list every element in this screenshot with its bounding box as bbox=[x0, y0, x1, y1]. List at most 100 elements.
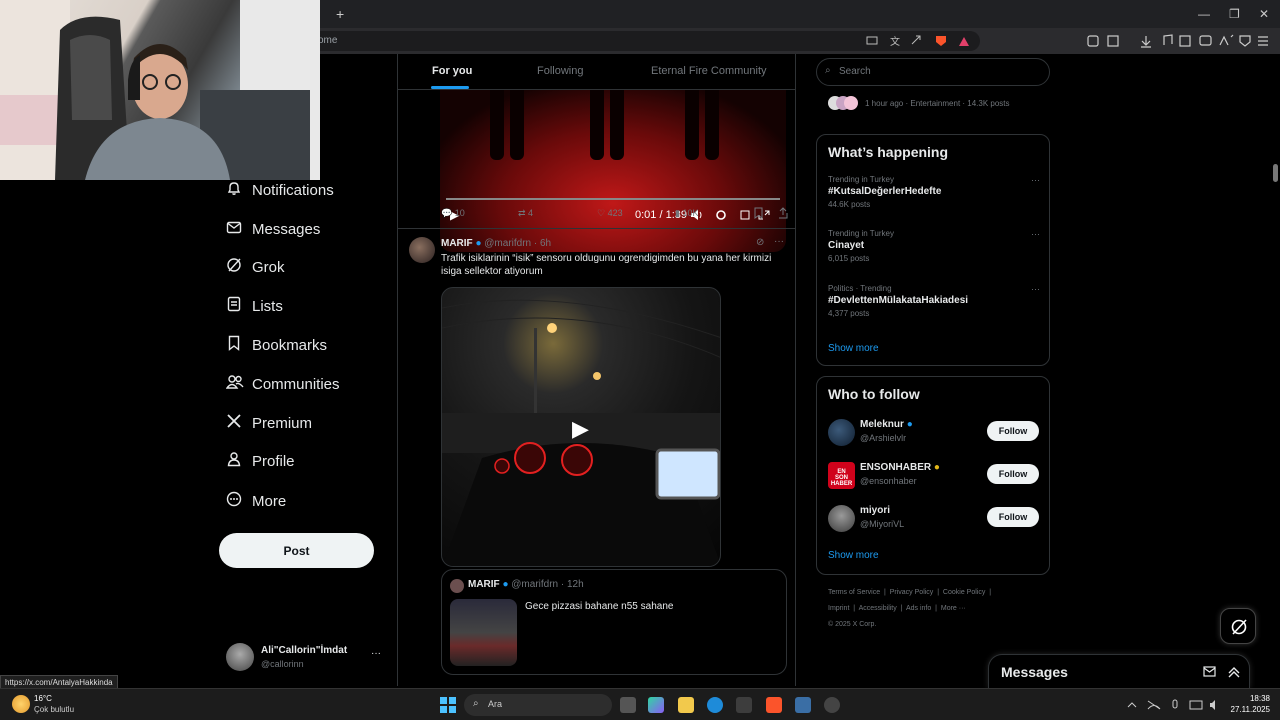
tab-for-you[interactable]: For you bbox=[432, 65, 472, 77]
tab-following[interactable]: Following bbox=[537, 65, 583, 77]
trend-more-icon[interactable]: ··· bbox=[1031, 229, 1040, 239]
new-tab-button[interactable]: + bbox=[336, 6, 344, 22]
follow-show-more-link[interactable]: Show more bbox=[828, 550, 879, 561]
trend-count: 6,015 posts bbox=[828, 254, 870, 263]
sidebar-item-bookmarks[interactable]: Bookmarks bbox=[218, 327, 388, 363]
quote-avatar bbox=[450, 579, 464, 593]
sidebar-item-lists[interactable]: Lists bbox=[218, 288, 388, 324]
bell-icon bbox=[218, 180, 252, 201]
mail-icon bbox=[218, 219, 252, 240]
grok-post-icon[interactable]: ⊘ bbox=[756, 237, 764, 248]
weather-temp[interactable]: 16°C bbox=[34, 694, 52, 703]
trend-more-icon[interactable]: ··· bbox=[1031, 284, 1040, 294]
follow-suggestion[interactable]: EN SON HABER ENSONHABER ● @ensonhaber Foll… bbox=[828, 461, 1040, 491]
follow-button[interactable]: Follow bbox=[987, 464, 1039, 484]
weather-desc: Çok bulutlu bbox=[34, 705, 75, 714]
like-count[interactable]: ♡ 423 bbox=[597, 208, 623, 219]
sidebar-item-communities[interactable]: Communities bbox=[218, 366, 388, 402]
sidebar-item-profile[interactable]: Profile bbox=[218, 443, 388, 479]
post-author-handle[interactable]: @marifdrn bbox=[484, 238, 531, 249]
sidebar-item-notifications[interactable]: Notifications bbox=[218, 172, 388, 208]
account-switcher[interactable]: Ali"Callorin"İmdat @callorinn ··· bbox=[226, 643, 386, 675]
sidebar-item-premium[interactable]: Premium bbox=[218, 405, 388, 441]
taskbar-search[interactable]: ⌕ Ara bbox=[464, 694, 612, 716]
address-text: ome bbox=[318, 35, 338, 46]
search-input[interactable]: ⌕ Search bbox=[816, 58, 1050, 86]
sidebar-item-label: Lists bbox=[252, 297, 283, 315]
messages-dock-icons[interactable] bbox=[1203, 665, 1245, 679]
trend-count: 4,377 posts bbox=[828, 309, 870, 318]
play-icon[interactable]: ▶ bbox=[572, 416, 589, 442]
brave-icon[interactable] bbox=[766, 697, 782, 713]
post-avatar[interactable] bbox=[409, 237, 435, 263]
follow-button[interactable]: Follow bbox=[987, 507, 1039, 527]
sidebar-item-label: Profile bbox=[252, 452, 295, 470]
maximize-button[interactable]: ❐ bbox=[1229, 7, 1240, 21]
post-button[interactable]: Post bbox=[219, 533, 374, 568]
messages-dock[interactable]: Messages bbox=[988, 654, 1250, 688]
follow-button[interactable]: Follow bbox=[987, 421, 1039, 441]
repost-count[interactable]: ⇄ 4 bbox=[518, 208, 533, 219]
clock-time[interactable]: 18:38 bbox=[1234, 694, 1270, 703]
address-bar-icons[interactable]: 文 bbox=[866, 34, 976, 48]
quoted-post[interactable]: MARIF ● @marifdrn · 12h Gece pizzasi bah… bbox=[441, 569, 787, 675]
view-count[interactable]: ▮ 10K bbox=[675, 208, 698, 219]
trend-avatars bbox=[828, 96, 860, 110]
video-player-2[interactable]: ▶ bbox=[441, 287, 721, 567]
follow-suggestion[interactable]: miyori @MiyoriVL Follow bbox=[828, 504, 1040, 534]
clock-date[interactable]: 27.11.2025 bbox=[1222, 705, 1270, 714]
app-icon[interactable] bbox=[795, 697, 811, 713]
sidebar-item-grok[interactable]: Grok bbox=[218, 249, 388, 285]
who-to-follow-card: Who to follow Meleknur ● @Arshielvlr Fol… bbox=[816, 376, 1050, 575]
quote-time: · 12h bbox=[560, 579, 584, 590]
sidebar-item-more[interactable]: More bbox=[218, 483, 388, 519]
copilot-icon[interactable] bbox=[648, 697, 664, 713]
view-count-value: 10K bbox=[682, 208, 699, 218]
weather-icon[interactable] bbox=[12, 695, 30, 713]
footer-link[interactable]: More ··· bbox=[941, 605, 966, 612]
avatar bbox=[226, 643, 254, 671]
footer-link[interactable]: Cookie Policy bbox=[943, 589, 985, 596]
windows-start-icon[interactable] bbox=[440, 697, 456, 713]
browser-extension-icons[interactable] bbox=[1086, 33, 1276, 49]
footer-link[interactable]: Privacy Policy bbox=[890, 589, 934, 596]
trend-item[interactable]: Trending in Turkey Cinayet 6,015 posts ·… bbox=[828, 229, 1040, 263]
account-handle: @callorinn bbox=[261, 659, 304, 669]
edge-icon[interactable] bbox=[707, 697, 723, 713]
suggestion-handle: @Arshielvlr bbox=[860, 433, 907, 443]
task-view-icon[interactable] bbox=[620, 697, 636, 713]
system-tray-icons[interactable] bbox=[1126, 698, 1222, 712]
account-more-icon[interactable]: ··· bbox=[371, 648, 381, 659]
post-author-name[interactable]: MARIF bbox=[441, 238, 473, 249]
list-icon bbox=[218, 296, 252, 317]
sidebar-item-messages[interactable]: Messages bbox=[218, 211, 388, 247]
grok-floating-button[interactable] bbox=[1220, 608, 1256, 644]
trend-name: Cinayet bbox=[828, 240, 865, 251]
follow-suggestion[interactable]: Meleknur ● @Arshielvlr Follow bbox=[828, 418, 1040, 448]
top-trend-meta[interactable]: 1 hour ago · Entertainment · 14.3K posts bbox=[865, 99, 1010, 108]
video-progress[interactable] bbox=[446, 198, 780, 200]
avatar bbox=[828, 505, 855, 532]
store-icon[interactable] bbox=[736, 697, 752, 713]
reply-count[interactable]: 💬 10 bbox=[441, 208, 465, 219]
trend-more-icon[interactable]: ··· bbox=[1031, 175, 1040, 185]
post-more-icon[interactable]: ··· bbox=[774, 236, 784, 247]
trend-item[interactable]: Trending in Turkey #KutsalDeğerlerHedeft… bbox=[828, 175, 1040, 209]
page-scrollbar[interactable] bbox=[1270, 54, 1280, 688]
trends-show-more-link[interactable]: Show more bbox=[828, 343, 879, 354]
close-button[interactable]: ✕ bbox=[1259, 7, 1269, 21]
like-count-value: 423 bbox=[607, 208, 623, 218]
footer-link[interactable]: Imprint bbox=[828, 605, 849, 612]
footer-link[interactable]: Accessibility bbox=[859, 605, 897, 612]
grok-icon bbox=[1231, 619, 1247, 635]
bookmark-share-icons[interactable] bbox=[753, 207, 793, 219]
footer-link[interactable]: Terms of Service bbox=[828, 589, 880, 596]
minimize-button[interactable]: — bbox=[1198, 7, 1210, 21]
app-icon[interactable] bbox=[824, 697, 840, 713]
footer-link[interactable]: Ads info bbox=[906, 605, 931, 612]
trend-item[interactable]: Politics · Trending #DevlettenMülakataHa… bbox=[828, 284, 1040, 318]
file-explorer-icon[interactable] bbox=[678, 697, 694, 713]
scrollbar-thumb[interactable] bbox=[1273, 164, 1278, 182]
tab-eternal-fire-community[interactable]: Eternal Fire Community bbox=[651, 65, 767, 77]
trend-meta: Trending in Turkey bbox=[828, 229, 894, 238]
